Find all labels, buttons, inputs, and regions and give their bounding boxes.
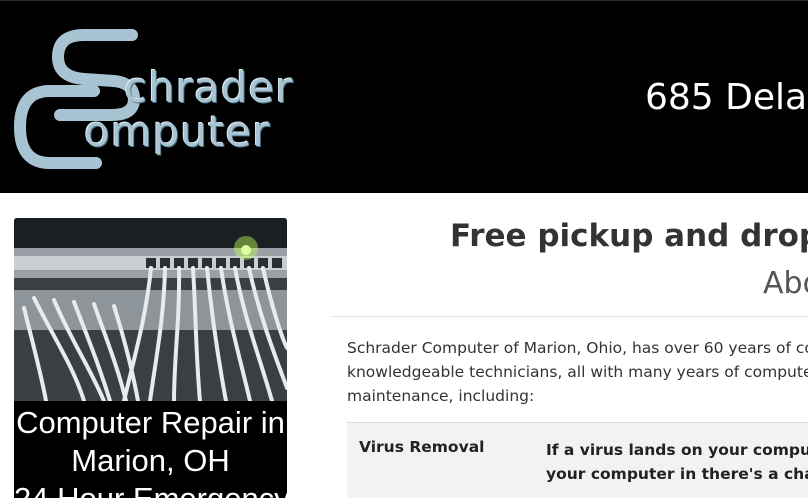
intro-line: Schrader Computer of Marion, Ohio, has o… bbox=[347, 339, 808, 357]
intro-paragraph: Schrader Computer of Marion, Ohio, has o… bbox=[347, 336, 808, 408]
logo-text-line1: chrader bbox=[124, 63, 294, 112]
services-table-row: Virus Removal If a virus lands on your c… bbox=[347, 422, 808, 498]
header-address: 685 Delaw bbox=[645, 77, 808, 118]
caption-line: Computer Repair in bbox=[16, 405, 285, 440]
intro-line: maintenance, including: bbox=[347, 387, 535, 405]
logo-text-line2: omputer bbox=[84, 107, 271, 156]
sidebar-caption: Computer Repair in Marion, OH 24 Hour Em… bbox=[14, 404, 287, 498]
page: chrader omputer 685 Delaw bbox=[0, 0, 808, 498]
network-switch-cables-photo bbox=[14, 218, 287, 401]
caption-line: Marion, OH bbox=[71, 443, 230, 478]
intro-line: knowledgeable technicians, all with many… bbox=[347, 363, 808, 381]
service-description: If a virus lands on your computer, i you… bbox=[546, 438, 808, 486]
page-title: Free pickup and drop-off bbox=[450, 218, 808, 254]
sidebar-card: Computer Repair in Marion, OH 24 Hour Em… bbox=[14, 218, 287, 498]
site-header: chrader omputer 685 Delaw bbox=[0, 0, 808, 193]
service-desc-line: your computer in there's a chance v bbox=[546, 465, 808, 483]
divider bbox=[332, 316, 808, 317]
service-desc-line: If a virus lands on your computer, i bbox=[546, 441, 808, 459]
service-name: Virus Removal bbox=[359, 438, 485, 456]
section-title: Abo bbox=[763, 266, 808, 301]
caption-line: 24 Hour Emergency bbox=[14, 480, 287, 498]
schrader-computer-logo[interactable]: chrader omputer bbox=[13, 27, 324, 172]
